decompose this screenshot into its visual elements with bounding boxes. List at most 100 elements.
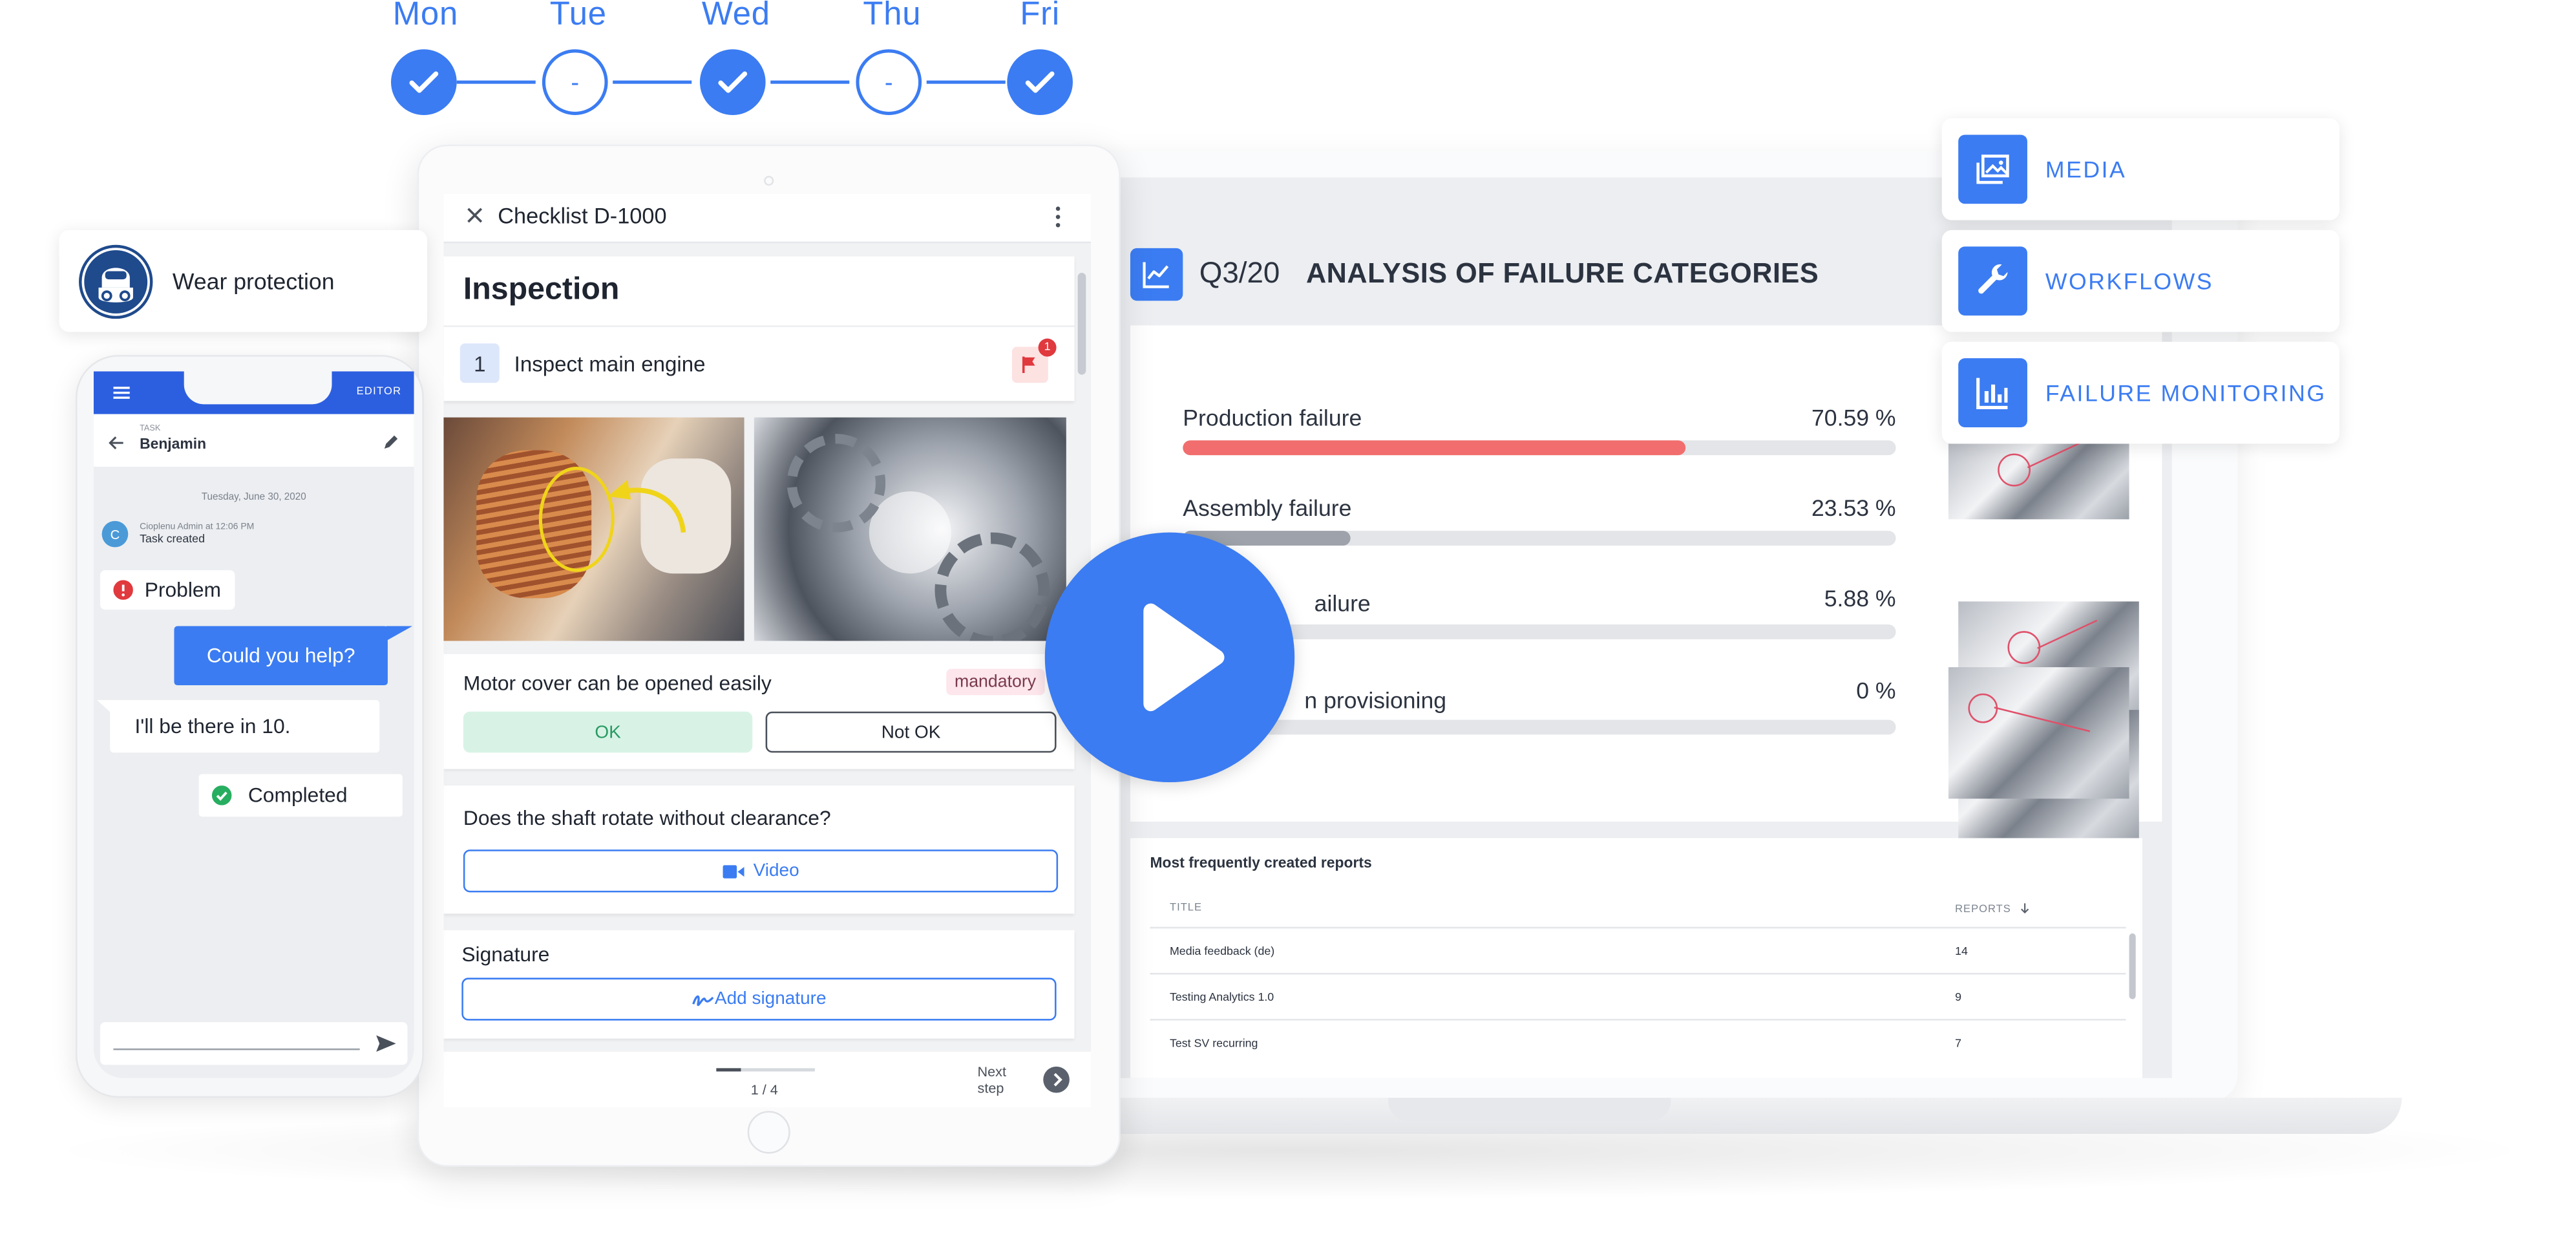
chat-message-outgoing: Could you help? [174, 626, 388, 686]
failure-track [1183, 720, 1896, 735]
tablet-camera [764, 176, 774, 186]
table-scrollbar[interactable] [2129, 933, 2136, 999]
send-icon[interactable] [376, 1035, 396, 1052]
tablet-home-button[interactable] [747, 1111, 790, 1154]
report-title[interactable]: Media feedback (de) [1170, 946, 1274, 958]
failure-thumbnail [1948, 443, 2129, 520]
failure-bar-fill [1183, 440, 1687, 456]
flag-icon [1022, 356, 1035, 374]
check-circle-icon [211, 785, 232, 805]
row-divider [1150, 972, 2126, 975]
video-camera-icon [722, 864, 744, 878]
col-header-title[interactable]: TITLE [1170, 902, 1202, 914]
report-title[interactable]: Test SV recurring [1170, 1039, 1258, 1050]
question-card-motor-cover: Motor cover can be opened easily mandato… [443, 654, 1075, 769]
pending-mark: - [884, 68, 893, 96]
pending-mark: - [571, 68, 580, 96]
day-label-mon: Mon [392, 0, 459, 33]
week-connector [456, 80, 536, 84]
media-gallery-icon [1958, 134, 2027, 204]
nav-card-workflows[interactable]: WORKFLOWS [1941, 229, 2339, 332]
row-divider [1150, 926, 2126, 929]
next-step-button[interactable] [1043, 1066, 1070, 1093]
annotation-arrow-icon [607, 480, 686, 533]
bubble-tail [96, 699, 114, 715]
nav-card-failure-monitoring[interactable]: FAILURE MONITORING [1941, 341, 2339, 444]
back-arrow-icon[interactable] [109, 436, 125, 451]
play-icon [1143, 603, 1225, 712]
failure-track [1183, 531, 1896, 546]
reports-table-title: Most frequently created reports [1150, 854, 1372, 871]
editor-label[interactable]: EDITOR [357, 386, 402, 398]
task-name: Benjamin [140, 435, 207, 453]
week-connector [770, 80, 850, 84]
day-status-wed [699, 49, 766, 115]
hamburger-menu-icon[interactable] [113, 386, 130, 399]
report-title[interactable]: Testing Analytics 1.0 [1170, 992, 1274, 1004]
log-author: Cioplenu Admin at 12:06 PM [140, 522, 255, 533]
failure-percent: 5.88 % [1824, 584, 1896, 612]
task-kicker: TASK [140, 423, 161, 434]
signature-icon [692, 994, 714, 1005]
nav-card-media[interactable]: MEDIA [1941, 118, 2339, 220]
day-label-wed: Wed [701, 0, 770, 33]
signature-title: Signature [461, 943, 550, 966]
nav-card-label: WORKFLOWS [2045, 268, 2214, 295]
message-composer[interactable] [100, 1022, 408, 1065]
gear-video-thumbnail[interactable] [754, 417, 1066, 641]
pager-label: 1 / 4 [750, 1081, 778, 1098]
log-text: Task created [140, 534, 205, 546]
play-video-button[interactable] [1044, 532, 1295, 783]
chat-screen: EDITOR TASK Benjamin Tuesday, June 30, 2… [93, 371, 414, 1078]
video-button[interactable]: Video [463, 849, 1059, 893]
period-label: Q3/20 [1199, 256, 1280, 290]
check-icon [718, 71, 748, 93]
flag-button[interactable]: 1 [1011, 338, 1057, 383]
col-header-reports[interactable]: REPORTS [1955, 902, 2031, 915]
engine-photo[interactable] [443, 417, 744, 641]
next-step-label[interactable]: Next step [978, 1063, 1006, 1096]
week-connector [926, 80, 1006, 84]
phone-top-bar: EDITOR [93, 371, 414, 414]
failure-thumbnail [1948, 667, 2129, 799]
failure-label: Production failure [1183, 404, 1362, 431]
failure-label: Assembly failure [1183, 495, 1352, 521]
analysis-title: ANALYSIS OF FAILURE CATEGORIES [1305, 258, 1819, 290]
marketing-composition: Mon Tue Wed Thu Fri - - Q3/20 ANALYSIS O… [0, 0, 2576, 1258]
report-count: 14 [1955, 946, 1968, 959]
day-label-fri: Fri [1020, 0, 1060, 33]
step-label: Inspect main engine [514, 352, 706, 377]
checklist-footer: 1 / 4 Next step [443, 1051, 1091, 1108]
task-header: TASK Benjamin [93, 414, 414, 467]
wear-protection-label: Wear protection [172, 268, 335, 295]
step-progress-fill [716, 1068, 741, 1072]
checklist-title: Checklist D-1000 [498, 204, 667, 229]
wear-protection-card[interactable]: Wear protection [59, 229, 427, 332]
chat-message-incoming: I'll be there in 10. [110, 699, 380, 753]
completed-tag: Completed [198, 774, 403, 817]
phone-notch [184, 371, 332, 405]
day-label-thu: Thu [863, 0, 922, 33]
arrow-down-icon [2021, 903, 2030, 914]
problem-label: Problem [144, 578, 222, 602]
mandatory-badge: mandatory [946, 668, 1044, 696]
checklist-scrollbar[interactable] [1077, 272, 1086, 375]
inspection-card: Inspection 1 Inspect main engine 1 [443, 256, 1075, 401]
failure-percent: 70.59 % [1811, 404, 1896, 431]
add-signature-button[interactable]: Add signature [461, 977, 1057, 1021]
edit-pencil-icon[interactable] [383, 434, 399, 450]
laptop-notch [1388, 1098, 1671, 1121]
day-status-tue: - [542, 49, 608, 115]
failure-percent: 23.53 % [1811, 495, 1896, 521]
bubble-tail [386, 626, 413, 641]
more-vertical-icon[interactable] [1055, 206, 1061, 229]
reports-table-panel: Most frequently created reports TITLE RE… [1130, 838, 2142, 1078]
video-button-label: Video [753, 861, 799, 881]
close-icon[interactable] [465, 206, 485, 226]
day-status-mon [391, 49, 457, 115]
question-card-shaft: Does the shaft rotate without clearance?… [443, 785, 1075, 914]
ok-button[interactable]: OK [463, 711, 753, 753]
failure-label: ailure [1314, 590, 1371, 617]
not-ok-button[interactable]: Not OK [765, 711, 1057, 753]
day-status-fri [1007, 49, 1073, 115]
